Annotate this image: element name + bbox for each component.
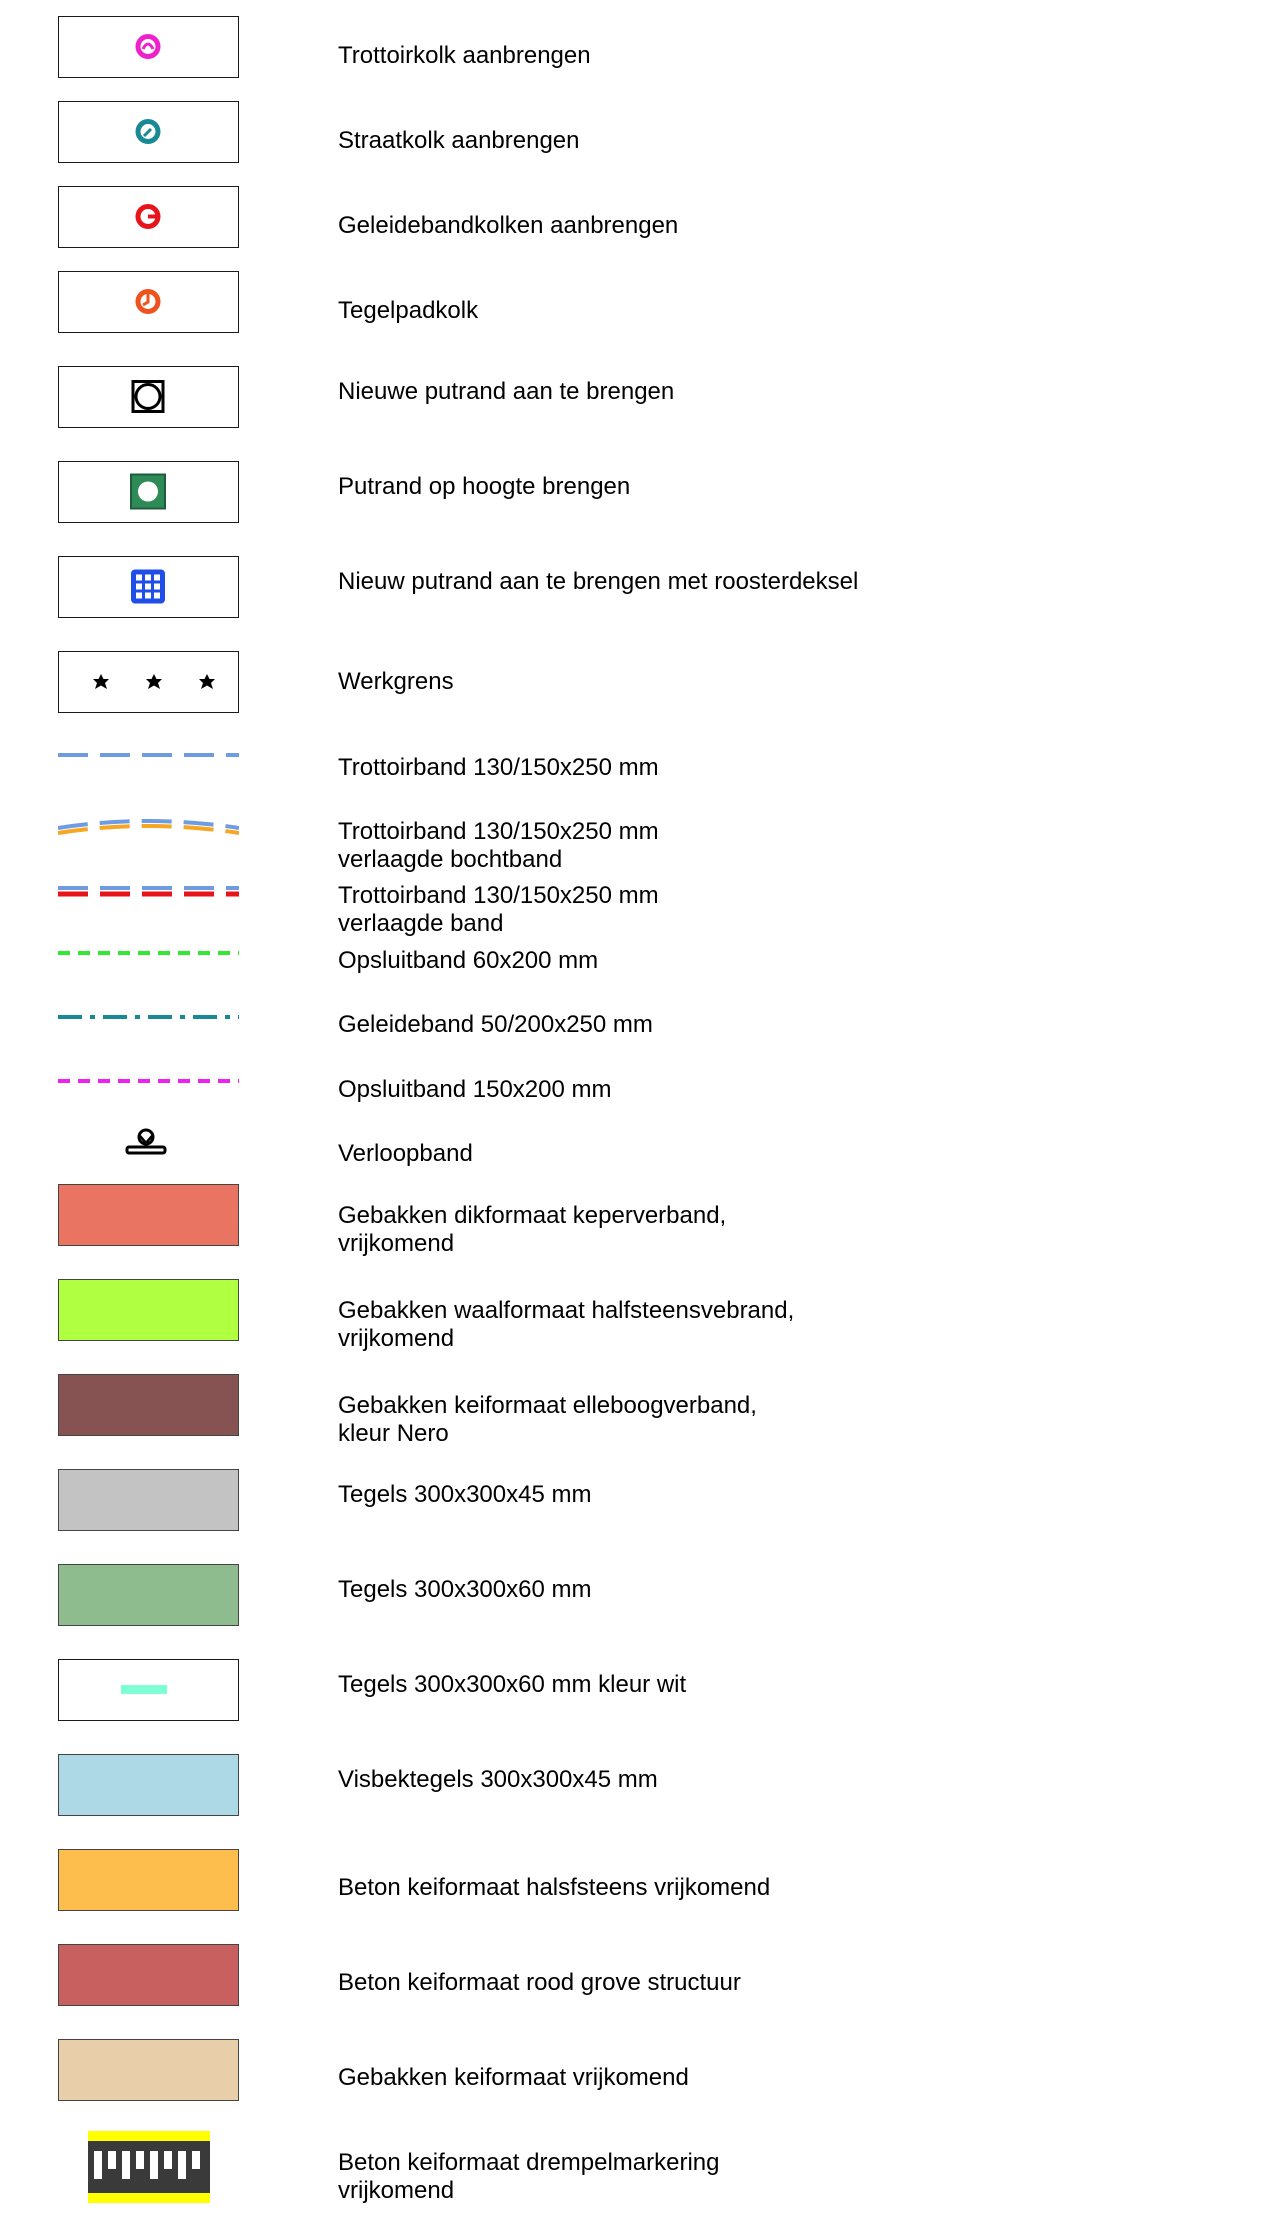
legend-label: Opsluitband 150x200 mm: [338, 1076, 612, 1103]
dotted-line-magenta: [58, 1079, 239, 1083]
legend-label: Putrand op hoogte brengen: [338, 473, 631, 500]
putrand-grate-icon: [131, 569, 165, 604]
dotted-line-green: [58, 951, 239, 955]
legend-label: Opsluitband 60x200 mm: [338, 947, 599, 974]
symbol-line: [58, 880, 239, 902]
dashed-line-blue-red: [58, 886, 239, 897]
white-tile-dash-icon: [121, 1685, 167, 1694]
legend-label: Nieuw putrand aan te brengen met rooster…: [338, 568, 859, 595]
dashed-line-blue-orange: [58, 819, 239, 835]
legend-label: Straatkolk aanbrengen: [338, 127, 580, 154]
legend-label: Gebakken keiformaat elleboogverband, kle…: [338, 1392, 757, 1447]
straatkolk-icon: [135, 119, 161, 144]
werkgrens-stars-icon: [93, 674, 215, 689]
symbol-line: [58, 945, 239, 961]
geleidebandkolk-icon: [135, 204, 161, 229]
legend-label: Nieuwe putrand aan te brengen: [338, 378, 675, 405]
color-swatch: [58, 2039, 239, 2101]
symbol-line: [58, 1125, 239, 1159]
color-swatch: [58, 1374, 239, 1436]
legend: Trottoirkolk aanbrengen Straatkolk aanbr…: [0, 0, 1271, 2223]
legend-label: Gebakken dikformaat keperverband, vrijko…: [338, 1202, 727, 1257]
symbol-box: [58, 366, 239, 428]
symbol-line: [58, 810, 239, 838]
symbol-box: [58, 101, 239, 163]
color-swatch: [58, 1469, 239, 1531]
symbol-box: [58, 651, 239, 713]
symbol-line: [58, 1009, 239, 1025]
putrand-height-icon: [130, 473, 166, 510]
legend-label: Beton keiformaat drempelmarkering vrijko…: [338, 2149, 720, 2204]
legend-label: Tegels 300x300x60 mm kleur wit: [338, 1671, 687, 1698]
legend-label: Trottoirband 130/150x250 mm: [338, 754, 659, 781]
legend-label: Tegelpadkolk: [338, 297, 479, 324]
legend-label: Geleideband 50/200x250 mm: [338, 1011, 653, 1038]
color-swatch: [58, 1184, 239, 1246]
legend-label: Gebakken keiformaat vrijkomend: [338, 2064, 689, 2091]
color-swatch: [58, 1944, 239, 2006]
symbol-line: [58, 745, 239, 765]
legend-label: Gebakken waalformaat halfsteensvebrand, …: [338, 1297, 795, 1352]
symbol-drempel: [88, 2131, 210, 2203]
legend-label: Visbektegels 300x300x45 mm: [338, 1766, 658, 1793]
legend-label: Trottoirband 130/150x250 mm verlaagde ba…: [338, 882, 659, 937]
legend-label: Tegels 300x300x60 mm: [338, 1576, 592, 1603]
legend-label: Tegels 300x300x45 mm: [338, 1481, 592, 1508]
verloopband-icon: [125, 1128, 167, 1155]
tegelpadkolk-icon: [135, 289, 161, 314]
dashed-line-blue: [58, 753, 239, 757]
symbol-box: [58, 556, 239, 618]
drempelmarkering-icon: [88, 2131, 210, 2203]
legend-label: Trottoirkolk aanbrengen: [338, 42, 591, 69]
symbol-line: [58, 1073, 239, 1089]
legend-label: Trottoirband 130/150x250 mm verlaagde bo…: [338, 818, 659, 873]
symbol-box: [58, 186, 239, 248]
putrand-new-icon: [131, 380, 165, 413]
color-swatch: [58, 1754, 239, 1816]
symbol-box: [58, 271, 239, 333]
color-swatch: [58, 1564, 239, 1626]
legend-label: Geleidebandkolken aanbrengen: [338, 212, 679, 239]
symbol-box: [58, 16, 239, 78]
legend-label: Beton keiformaat rood grove structuur: [338, 1969, 741, 1996]
legend-label: Werkgrens: [338, 668, 454, 695]
color-swatch: [58, 1849, 239, 1911]
legend-label: Beton keiformaat halsfsteens vrijkomend: [338, 1874, 771, 1901]
symbol-box: [58, 1659, 239, 1721]
legend-label: Verloopband: [338, 1140, 473, 1167]
color-swatch: [58, 1279, 239, 1341]
dashdot-line-teal: [58, 1015, 239, 1019]
trottoirkolk-icon: [135, 34, 161, 59]
symbol-box: [58, 461, 239, 523]
